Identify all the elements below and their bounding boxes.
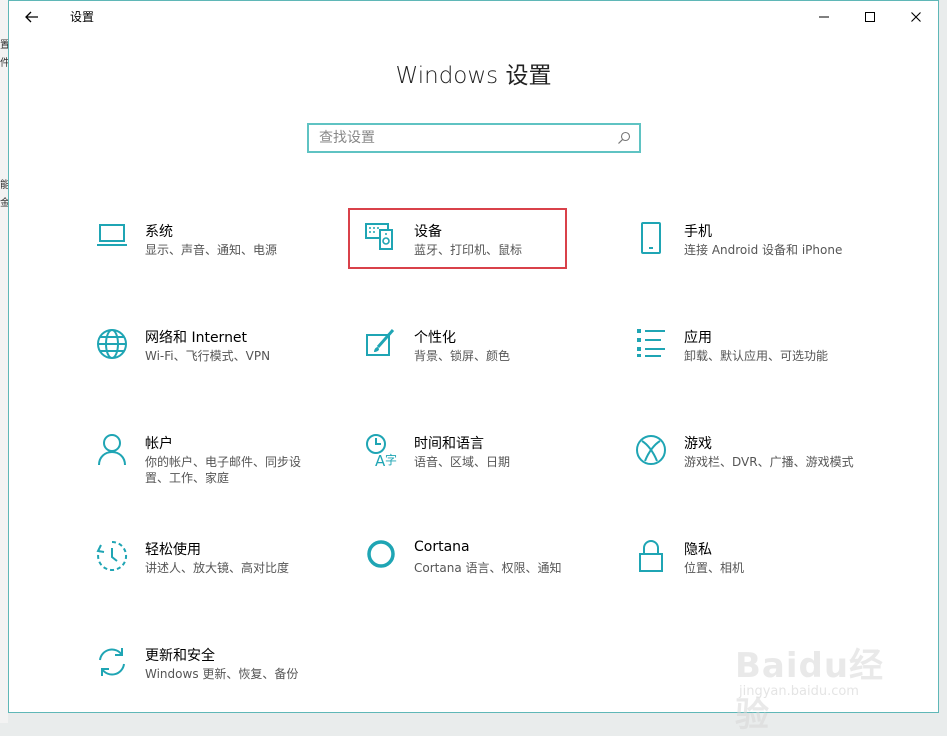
page-title: Windows 设置 — [395, 63, 552, 89]
baidu-watermark: Baidu经验 jingyan.baidu.com — [735, 616, 915, 735]
tile-label: 帐户 — [145, 436, 173, 452]
xbox-icon — [634, 433, 668, 467]
cortana-icon — [364, 539, 398, 573]
tile-phone[interactable]: 手机 连接 Android 设备和 iPhone — [634, 221, 874, 283]
phone-icon — [634, 221, 668, 255]
sync-icon — [95, 645, 129, 679]
lock-icon — [634, 539, 668, 573]
search-input[interactable] — [309, 125, 613, 151]
close-icon — [911, 12, 921, 22]
close-button[interactable] — [901, 4, 931, 30]
tile-label: 手机 — [684, 224, 712, 240]
search-box[interactable] — [307, 123, 641, 153]
tile-privacy[interactable]: 隐私 位置、相机 — [634, 539, 874, 601]
tile-label: 网络和 Internet — [145, 330, 248, 346]
tile-description: 你的帐户、电子邮件、同步设置、工作、家庭 — [145, 455, 302, 485]
tile-label: 更新和安全 — [145, 648, 215, 664]
tile-description: Windows 更新、恢复、备份 — [145, 667, 299, 681]
tile-apps[interactable]: 应用 卸载、默认应用、可选功能 — [634, 327, 874, 389]
tile-label: 轻松使用 — [145, 542, 201, 558]
tile-label: 个性化 — [414, 330, 456, 346]
globe-icon — [95, 327, 129, 361]
tile-description: 卸载、默认应用、可选功能 — [684, 349, 829, 363]
tile-description: Cortana 语言、权限、通知 — [414, 561, 562, 575]
settings-window: 设置 Windows 设置 系统 显示、声音、通知、电源 设备 蓝牙、打印机、鼠… — [8, 0, 939, 735]
tile-system[interactable]: 系统 显示、声音、通知、电源 — [95, 221, 335, 283]
tile-label: Cortana — [414, 539, 470, 555]
tile-description: 游戏栏、DVR、广播、游戏模式 — [684, 455, 854, 469]
maximize-icon — [865, 12, 875, 22]
tile-label: 时间和语言 — [414, 436, 484, 452]
tile-label: 系统 — [145, 224, 173, 240]
ease-of-access-icon — [95, 539, 129, 573]
minimize-button[interactable] — [809, 4, 839, 30]
tile-update-security[interactable]: 更新和安全 Windows 更新、恢复、备份 — [95, 645, 335, 707]
tile-description: 连接 Android 设备和 iPhone — [684, 243, 843, 257]
tile-personalization[interactable]: 个性化 背景、锁屏、颜色 — [364, 327, 604, 389]
highlight-annotation — [348, 208, 567, 269]
background-window-strip: 置 件 能 金 — [0, 0, 10, 723]
tile-description: Wi-Fi、飞行模式、VPN — [145, 349, 271, 363]
tile-description: 语音、区域、日期 — [414, 455, 511, 469]
tile-cortana[interactable]: Cortana Cortana 语言、权限、通知 — [364, 539, 604, 601]
tile-gaming[interactable]: 游戏 游戏栏、DVR、广播、游戏模式 — [634, 433, 874, 495]
maximize-button[interactable] — [855, 4, 885, 30]
person-icon — [95, 433, 129, 467]
watermark-url: jingyan.baidu.com — [739, 684, 859, 699]
tile-accounts[interactable]: 帐户 你的帐户、电子邮件、同步设置、工作、家庭 — [95, 433, 335, 495]
tile-description: 位置、相机 — [684, 561, 745, 575]
tile-label: 游戏 — [684, 436, 712, 452]
tile-time-language[interactable]: A字 时间和语言 语音、区域、日期 — [364, 433, 604, 495]
tile-description: 显示、声音、通知、电源 — [145, 243, 278, 257]
tile-label: 隐私 — [684, 542, 712, 558]
minimize-icon — [819, 16, 829, 18]
apps-list-icon — [634, 327, 668, 361]
tile-description: 讲述人、放大镜、高对比度 — [145, 561, 290, 575]
tile-ease-of-access[interactable]: 轻松使用 讲述人、放大镜、高对比度 — [95, 539, 335, 601]
back-button[interactable] — [19, 4, 45, 30]
paint-icon — [364, 327, 398, 361]
tile-network[interactable]: 网络和 Internet Wi-Fi、飞行模式、VPN — [95, 327, 335, 389]
search-icon[interactable] — [613, 127, 635, 149]
laptop-icon — [95, 221, 129, 255]
tile-description: 背景、锁屏、颜色 — [414, 349, 511, 363]
title-bar: 设置 — [9, 1, 938, 33]
back-arrow-icon — [25, 11, 38, 23]
tile-label: 应用 — [684, 330, 712, 346]
time-language-icon: A字 — [364, 433, 398, 467]
window-title: 设置 — [70, 10, 95, 24]
svg-text:字: 字 — [385, 452, 397, 467]
